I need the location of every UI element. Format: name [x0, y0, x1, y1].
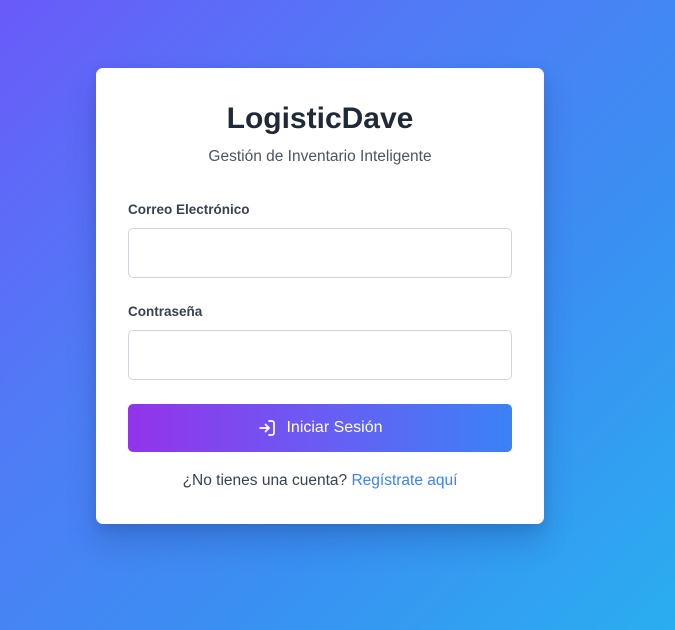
register-prompt: ¿No tienes una cuenta? Regístrate aquí: [96, 471, 544, 491]
email-label: Correo Electrónico: [128, 202, 250, 217]
login-button[interactable]: Iniciar Sesión: [128, 404, 512, 452]
password-label: Contraseña: [128, 304, 203, 319]
login-button-label: Iniciar Sesión: [286, 419, 383, 436]
password-field[interactable]: [128, 330, 512, 380]
email-field[interactable]: [128, 228, 512, 278]
register-text: ¿No tienes una cuenta?: [182, 472, 352, 489]
app-subtitle: Gestión de Inventario Inteligente: [208, 148, 432, 165]
login-card: LogisticDave Gestión de Inventario Intel…: [96, 68, 544, 524]
register-link[interactable]: Regístrate aquí: [351, 472, 457, 489]
login-arrow-icon: [257, 418, 277, 438]
app-title: LogisticDave: [226, 102, 414, 135]
